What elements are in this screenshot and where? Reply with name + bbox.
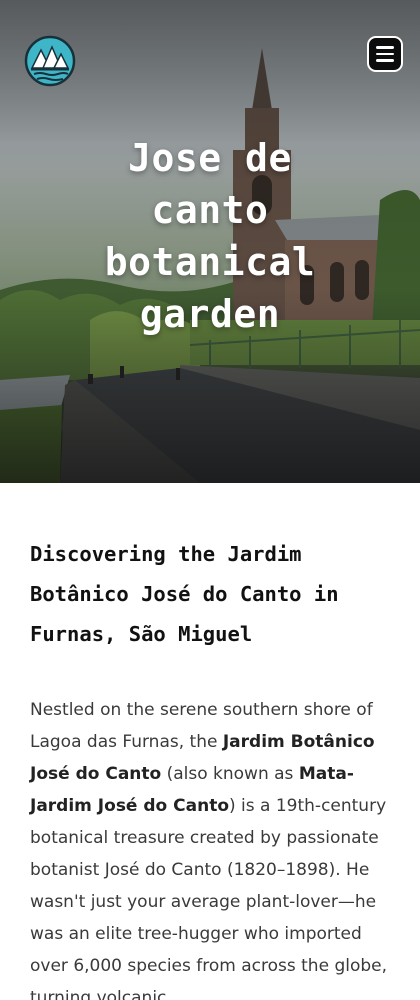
- logo-icon: [24, 35, 76, 87]
- hero-banner: Jose de canto botanical garden: [0, 0, 420, 483]
- hero-title: Jose de canto botanical garden: [104, 136, 316, 336]
- menu-bar: [376, 46, 394, 49]
- article-paragraph: Nestled on the serene southern shore of …: [30, 694, 395, 1000]
- menu-bar: [376, 52, 394, 56]
- paragraph-text: ) is a 19th-century botanical treasure c…: [30, 796, 388, 1000]
- paragraph-text: (also known as: [161, 764, 299, 784]
- mountains-lake-logo[interactable]: [24, 35, 76, 87]
- menu-bar: [376, 59, 394, 62]
- article-heading: Discovering the Jardim Botânico José do …: [30, 542, 339, 646]
- page: Jose de canto botanical garden Discoveri…: [0, 0, 420, 1000]
- article: Discovering the Jardim Botânico José do …: [30, 534, 395, 1000]
- hamburger-menu-icon[interactable]: [367, 36, 403, 72]
